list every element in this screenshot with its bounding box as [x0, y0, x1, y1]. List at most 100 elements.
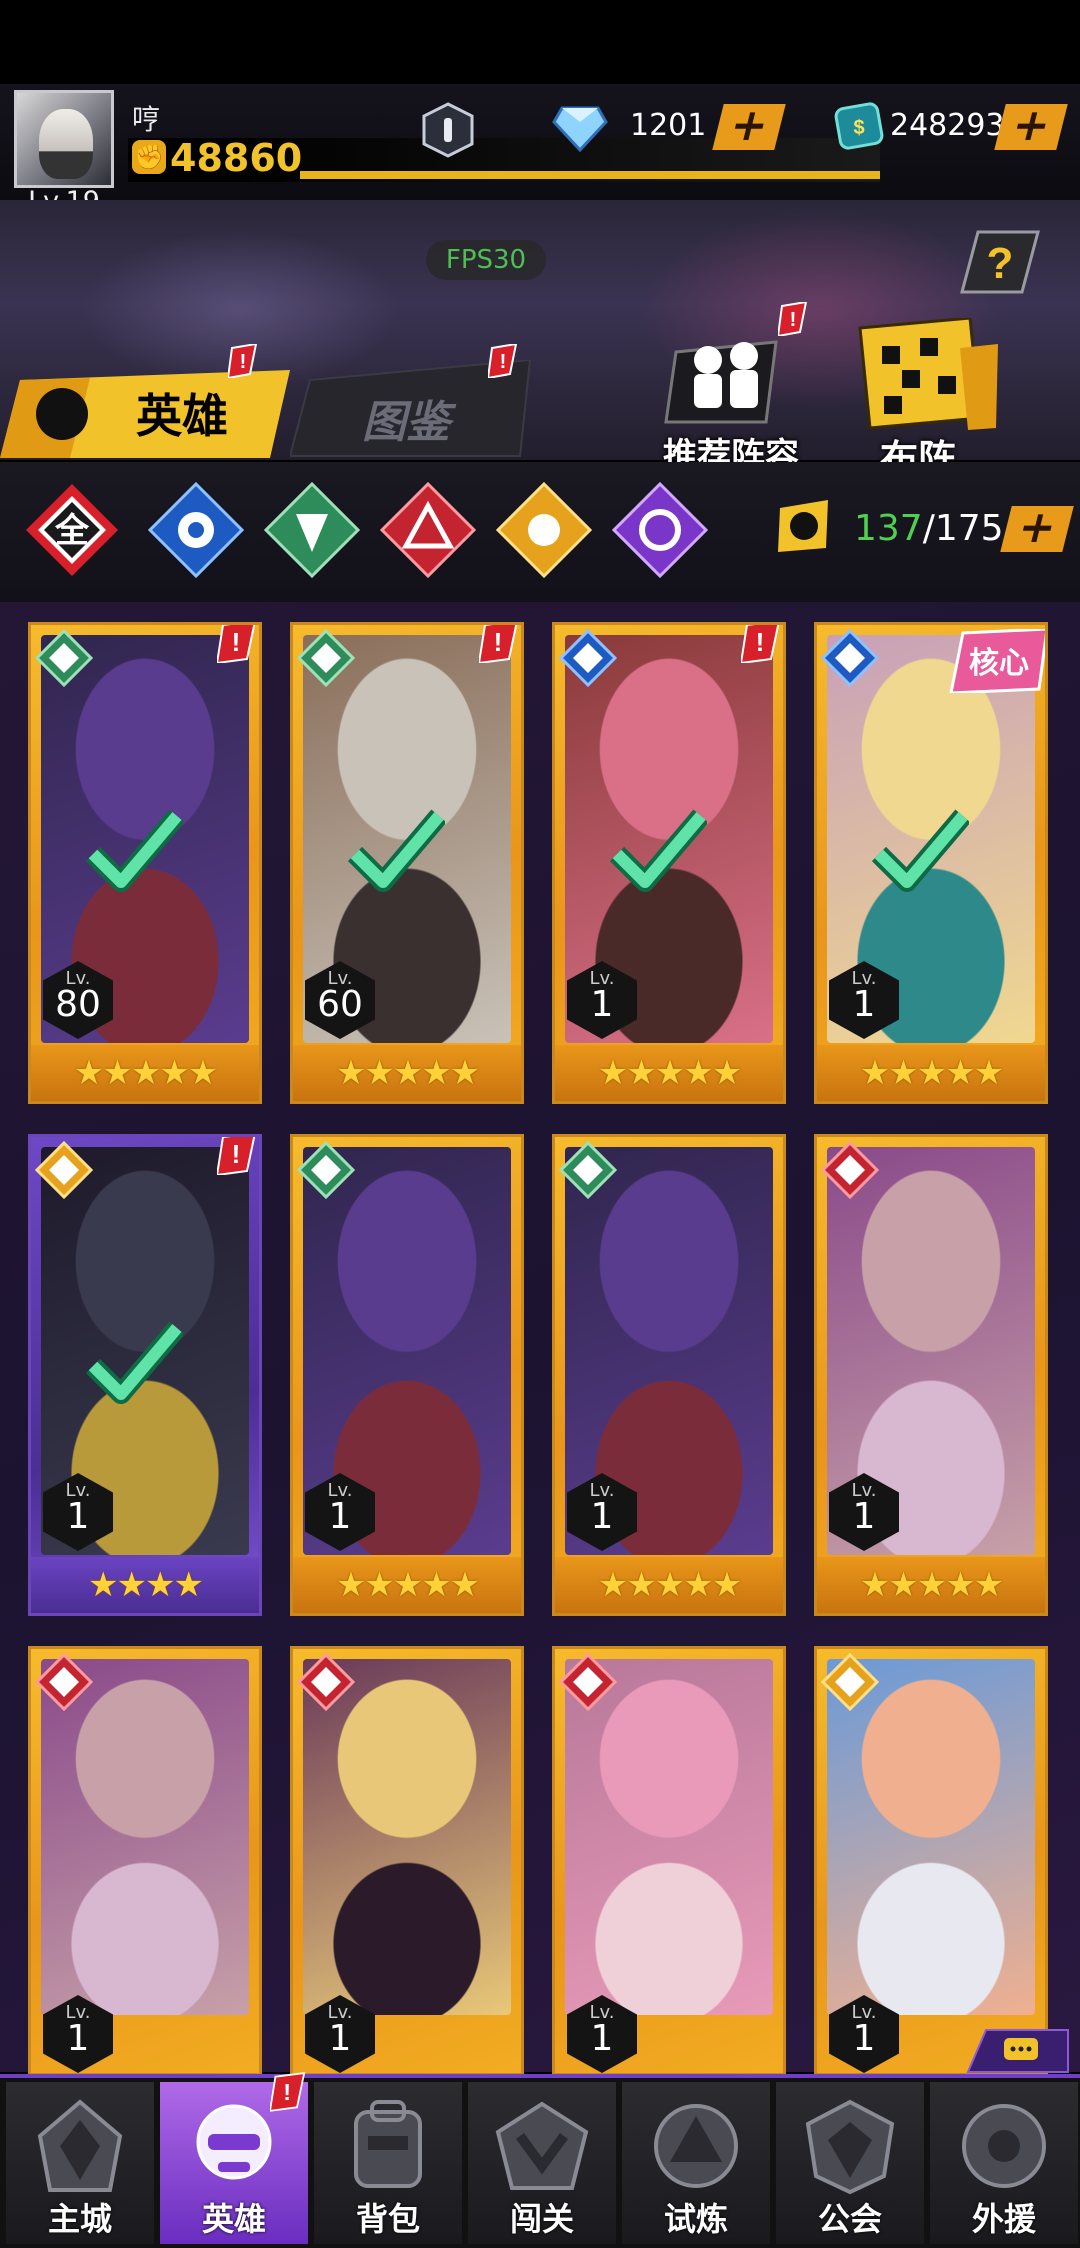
- recommend-lineup-icon[interactable]: [656, 312, 796, 432]
- support-icon: [962, 2104, 1046, 2188]
- nav-guild[interactable]: 公会: [776, 2082, 924, 2244]
- star-rating: ★★★★★: [597, 1565, 742, 1605]
- class-red-icon: [821, 1141, 879, 1199]
- power-value: 48860: [170, 136, 303, 180]
- hero-head-icon: [778, 500, 828, 552]
- hero-card[interactable]: Lv. 1 ★★★★★: [552, 1134, 786, 1616]
- tab-codex-label: 图鉴: [362, 397, 450, 448]
- nav-label: 主城: [47, 2200, 112, 2238]
- expand-capacity-button[interactable]: +: [1000, 502, 1074, 553]
- notification-badge: !: [778, 302, 808, 336]
- svg-text:!: !: [790, 309, 797, 331]
- hero-level: 80: [55, 984, 101, 1025]
- hero-level: 1: [852, 984, 876, 1025]
- svg-text:!: !: [240, 351, 247, 373]
- hero-portrait: [565, 1659, 773, 2015]
- filter-red-button[interactable]: [380, 482, 476, 578]
- formation-icon[interactable]: [850, 318, 1000, 438]
- class-blue-icon: [821, 629, 879, 687]
- hero-level: 1: [328, 2018, 352, 2059]
- class-blue-icon: [559, 629, 617, 687]
- notification-badge: !: [217, 625, 256, 663]
- svg-text:!: !: [232, 627, 241, 657]
- hero-card[interactable]: 核心 Lv. 1 ★★★★★: [814, 622, 1048, 1104]
- coin-count: 248293: [890, 108, 1005, 143]
- nav-bag[interactable]: 背包: [314, 2082, 462, 2244]
- help-button[interactable]: ?: [958, 228, 1042, 296]
- notification-badge: !: [741, 625, 780, 663]
- fist-icon: ✊: [132, 140, 166, 174]
- selected-check-icon: [871, 809, 969, 892]
- selected-check-icon: [85, 1321, 183, 1404]
- power-bar-fill: [300, 171, 880, 179]
- svg-text:核心: 核心: [969, 646, 1029, 681]
- svg-text:!: !: [283, 2079, 291, 2105]
- svg-text:!: !: [494, 627, 503, 657]
- hero-card[interactable]: Lv. 1 ★★★★★: [814, 1134, 1048, 1616]
- main-city-icon: [37, 2099, 123, 2192]
- hero-card[interactable]: Lv. 1: [552, 1646, 786, 2076]
- shield-icon[interactable]: [420, 102, 476, 158]
- diamond-count: 1201: [630, 108, 707, 143]
- hero-level: 1: [590, 984, 614, 1025]
- nav-label: 试炼: [663, 2200, 728, 2238]
- star-rating: ★★★★★: [335, 1565, 480, 1605]
- hero-card[interactable]: ! Lv. 60 ★★★★★: [290, 622, 524, 1104]
- add-diamond-button[interactable]: +: [712, 100, 786, 151]
- star-rating: ★★★★★: [335, 1053, 480, 1093]
- heroes-icon: [196, 2104, 272, 2180]
- chat-button[interactable]: [966, 2028, 1070, 2074]
- ticket-icon: $: [834, 102, 884, 150]
- add-coin-button[interactable]: +: [994, 100, 1068, 151]
- hero-card[interactable]: ! Lv. 80 ★★★★★: [28, 622, 262, 1104]
- filter-green-button[interactable]: [264, 482, 360, 578]
- hero-level: 1: [852, 1496, 876, 1537]
- nav-label: 背包: [355, 2200, 420, 2238]
- hero-capacity: 137/175: [854, 508, 1004, 549]
- core-badge: 核心: [949, 629, 1045, 693]
- filter-blue-button[interactable]: [148, 482, 244, 578]
- nav-label: 公会: [817, 2200, 882, 2238]
- nav-label: 外援: [971, 2200, 1036, 2238]
- svg-text:!: !: [232, 1139, 241, 1169]
- hero-level: 1: [590, 2018, 614, 2059]
- hero-level: 60: [317, 984, 363, 1025]
- hero-portrait: [827, 1659, 1035, 2015]
- filter-all-button[interactable]: 全: [24, 482, 120, 578]
- filter-purple-button[interactable]: [612, 482, 708, 578]
- svg-text:$: $: [853, 117, 864, 139]
- star-rating: ★★★★★: [73, 1053, 218, 1093]
- hero-card[interactable]: ! Lv. 1 ★★★★★: [552, 622, 786, 1104]
- nav-heroes[interactable]: 英雄!: [160, 2072, 308, 2244]
- hero-level: 1: [852, 2018, 876, 2059]
- fps-indicator: FPS30: [426, 240, 546, 280]
- filter-yellow-button[interactable]: [496, 482, 592, 578]
- notification-badge: !: [217, 1137, 256, 1175]
- hero-level: 1: [328, 1496, 352, 1537]
- bag-icon: [354, 2100, 422, 2188]
- hero-card[interactable]: Lv. 1: [28, 1646, 262, 2076]
- nav-trials[interactable]: 试炼: [622, 2082, 770, 2244]
- hero-card[interactable]: Lv. 1: [814, 1646, 1048, 2076]
- guild-icon: [805, 2099, 895, 2195]
- nav-stages[interactable]: 闯关: [468, 2082, 616, 2244]
- class-yellow-icon: [821, 1653, 879, 1711]
- class-red-icon: [559, 1653, 617, 1711]
- hero-card[interactable]: Lv. 1 ★★★★★: [290, 1134, 524, 1616]
- hero-card[interactable]: ! Lv. 1 ★★★★: [28, 1134, 262, 1616]
- player-avatar[interactable]: [14, 90, 114, 188]
- class-green-icon: [297, 629, 355, 687]
- class-green-icon: [297, 1141, 355, 1199]
- hero-card[interactable]: Lv. 1: [290, 1646, 524, 2076]
- notification-badge: !: [270, 2072, 306, 2112]
- diamond-icon: [552, 106, 608, 152]
- nav-main-city[interactable]: 主城: [6, 2082, 154, 2244]
- trials-icon: [654, 2104, 738, 2188]
- tab-heroes-label: 英雄: [136, 389, 228, 443]
- class-red-icon: [35, 1653, 93, 1711]
- nav-support[interactable]: 外援: [930, 2082, 1078, 2244]
- hero-count-max: /175: [922, 508, 1004, 549]
- player-name: 哼: [132, 103, 161, 136]
- class-yellow-icon: [35, 1141, 93, 1199]
- star-rating: ★★★★★: [597, 1053, 742, 1093]
